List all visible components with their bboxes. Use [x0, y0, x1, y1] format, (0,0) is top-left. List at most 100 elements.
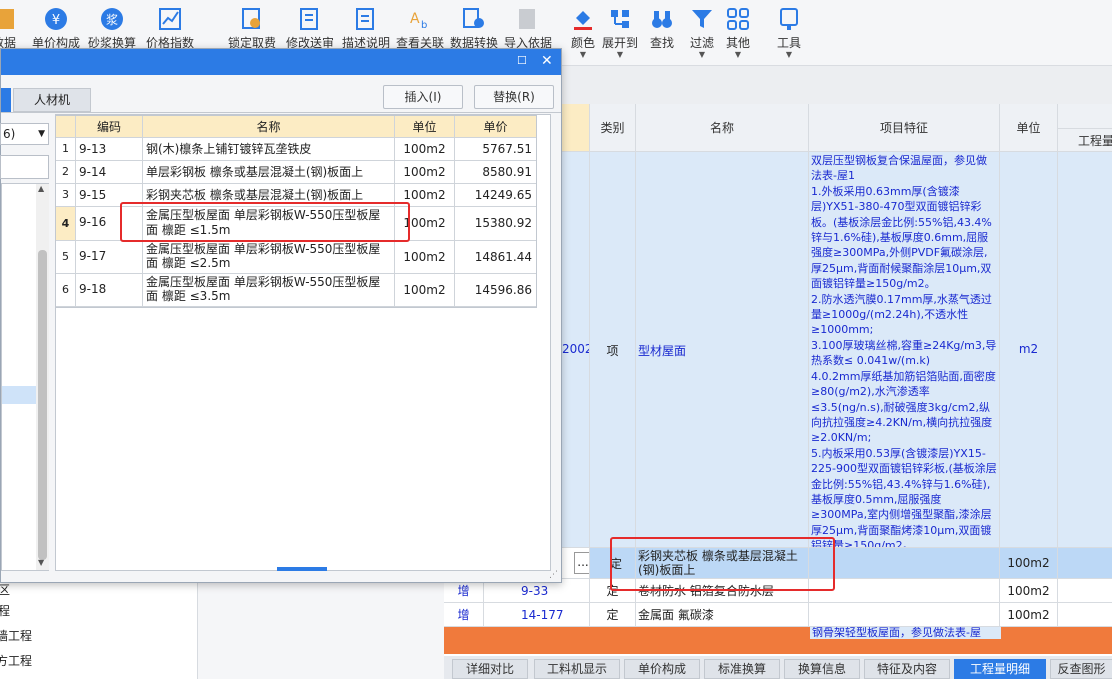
- item-feature[interactable]: 双层压型钢板复合保温屋面，参见做法表-屋1 1.外板采用0.63mm厚(含镀漆层…: [809, 152, 1000, 547]
- mortar-icon: 浆: [99, 6, 125, 32]
- tree-item[interactable]: 方工程: [0, 652, 32, 669]
- import-icon: [515, 6, 541, 32]
- toolbar-expand-to[interactable]: 展开到 ▼: [600, 6, 640, 59]
- tab-standard-convert[interactable]: 标准换算: [704, 659, 780, 679]
- select-value: 6): [3, 127, 16, 141]
- view-relation-icon: Ab: [407, 6, 433, 32]
- table-row[interactable]: 增 14-177 定 金属面 氟碳漆 100m2: [444, 603, 1112, 627]
- close-icon[interactable]: ✕: [541, 51, 553, 71]
- row-name[interactable]: 金属面 氟碳漆: [636, 603, 809, 626]
- highlight-box: [120, 202, 410, 242]
- filter-icon: [689, 6, 715, 32]
- tab-feature-content[interactable]: 特征及内容: [864, 659, 950, 679]
- search-input[interactable]: [0, 155, 49, 179]
- row-price: 14861.44: [474, 250, 532, 264]
- toolbar-describe[interactable]: 描述说明: [342, 6, 390, 51]
- tree-scrollbar[interactable]: ▲ ▼: [36, 184, 49, 570]
- header-type: 类别: [590, 104, 636, 151]
- insert-button[interactable]: 插入(I): [383, 85, 463, 109]
- tab-materials[interactable]: 人材机: [13, 88, 91, 112]
- tab-detail-compare[interactable]: 详细对比: [452, 659, 528, 679]
- toolbar-find[interactable]: 查找: [646, 6, 678, 51]
- grid-header-price: 单价: [455, 116, 536, 137]
- toolbar-unit-price[interactable]: ¥ 单价构成: [32, 6, 80, 51]
- header-qty-group: 工程量: [1058, 104, 1112, 151]
- item-type: 项: [590, 152, 636, 547]
- tree-item[interactable]: 墙工程: [0, 627, 32, 644]
- grid-icon: [725, 6, 751, 32]
- grid-header-index: [56, 116, 76, 137]
- row-name: 钢(木)檩条上铺钉镀锌瓦垄铁皮: [143, 138, 395, 160]
- resize-handle[interactable]: [277, 567, 327, 571]
- tree-item[interactable]: 程: [0, 602, 10, 619]
- grip-icon[interactable]: ⋰: [549, 570, 558, 580]
- row-name: 金属压型板屋面 单层彩钢板W-550压型板屋面 檩距 ≤3.5m: [143, 274, 395, 306]
- scroll-up-icon[interactable]: ▲: [38, 184, 44, 193]
- dialog-title-bar[interactable]: ☐ ✕: [1, 49, 561, 75]
- item-code: 2002: [562, 342, 590, 356]
- scroll-down-icon[interactable]: ▼: [38, 558, 44, 567]
- toolbar-filter[interactable]: 过滤 ▼: [686, 6, 718, 59]
- row-qty: [1058, 548, 1112, 578]
- toolbar-edit-review[interactable]: 修改送审: [286, 6, 334, 51]
- row-qty: [1058, 579, 1112, 602]
- tab-reverse-graph[interactable]: 反查图形: [1050, 659, 1112, 679]
- selected-chapter[interactable]: [2, 386, 36, 404]
- row-index: 3: [56, 184, 76, 206]
- chevron-down-icon: ▼: [734, 50, 742, 59]
- tab-active[interactable]: [1, 88, 11, 112]
- row-name: 金属压型板屋面 单层彩钢板W-550压型板屋面 檩距 ≤2.5m: [143, 241, 395, 273]
- row-unit: 100m2: [395, 161, 455, 183]
- toolbar-convert[interactable]: 数据转换: [450, 6, 498, 51]
- item-name[interactable]: 型材屋面: [636, 152, 809, 547]
- tab-material[interactable]: 工料机显示: [534, 659, 620, 679]
- row-code: 9-17: [76, 241, 143, 273]
- expand-to-icon: [607, 6, 633, 32]
- row-price: 5767.51: [482, 142, 532, 156]
- row-code: 14-177: [484, 603, 590, 626]
- maximize-icon[interactable]: ☐: [517, 51, 527, 71]
- chevron-down-icon: ▼: [785, 50, 793, 59]
- tree-item[interactable]: 区: [0, 581, 10, 598]
- table-row[interactable]: 6 9-18 金属压型板屋面 单层彩钢板W-550压型板屋面 檩距 ≤3.5m …: [56, 274, 536, 307]
- scrollbar-thumb[interactable]: [38, 250, 47, 560]
- toolbar-import[interactable]: 导入依据: [504, 6, 552, 51]
- lock-fee-icon: [239, 6, 265, 32]
- bottom-tab-bar: 详细对比 工料机显示 单价构成 标准换算 换算信息 特征及内容 工程量明细 反查…: [444, 656, 1112, 679]
- row-index: 5: [56, 241, 76, 273]
- table-row[interactable]: 5 9-17 金属压型板屋面 单层彩钢板W-550压型板屋面 檩距 ≤2.5m …: [56, 241, 536, 274]
- row-code: 9-13: [76, 138, 143, 160]
- data-icon: [0, 6, 24, 32]
- row-price: 15380.92: [474, 216, 532, 230]
- chapter-tree[interactable]: ▲ ▼: [1, 183, 49, 571]
- item-unit: m2: [1000, 152, 1058, 547]
- toolbar-view-relation[interactable]: Ab 查看关联: [396, 6, 444, 51]
- toolbar-color[interactable]: 颜色 ▼: [566, 6, 600, 59]
- row-code: 9-14: [76, 161, 143, 183]
- header-feature: 项目特征: [809, 104, 1000, 151]
- table-row-next[interactable]: 钢骨架轻型板屋面，参见做法表-屋: [444, 627, 1112, 654]
- row-unit: 100m2: [395, 138, 455, 160]
- row-price: 8580.91: [482, 165, 532, 179]
- tab-unit-price[interactable]: 单价构成: [624, 659, 700, 679]
- row-type: 定: [590, 603, 636, 626]
- tools-icon: [776, 6, 802, 32]
- toolbar-other[interactable]: 其他 ▼: [722, 6, 754, 59]
- row-unit: 100m2: [395, 241, 455, 273]
- category-select[interactable]: 6) ▼: [0, 123, 49, 145]
- replace-button[interactable]: 替换(R): [474, 85, 554, 109]
- toolbar-mortar[interactable]: 浆 砂浆换算: [88, 6, 136, 51]
- toolbar-lock-fee[interactable]: 锁定取费: [228, 6, 276, 51]
- ellipsis-button[interactable]: ...: [574, 552, 589, 574]
- left-tree: 区 程 墙工程 方工程: [0, 583, 198, 679]
- toolbar-data[interactable]: 数据: [0, 6, 18, 51]
- tab-quantity-detail[interactable]: 工程量明细: [954, 659, 1046, 679]
- toolbar-price-index[interactable]: 价格指数: [146, 6, 194, 51]
- tab-divider: [1, 112, 561, 113]
- toolbar-tools[interactable]: 工具 ▼: [772, 6, 806, 59]
- table-row[interactable]: 1 9-13 钢(木)檩条上铺钉镀锌瓦垄铁皮 100m2 5767.51: [56, 138, 536, 161]
- row-price: 14249.65: [474, 188, 532, 202]
- tab-convert-info[interactable]: 换算信息: [784, 659, 860, 679]
- table-row[interactable]: 2 9-14 单层彩钢板 檩条或基层混凝土(钢)板面上 100m2 8580.9…: [56, 161, 536, 184]
- row-unit: 100m2: [395, 274, 455, 306]
